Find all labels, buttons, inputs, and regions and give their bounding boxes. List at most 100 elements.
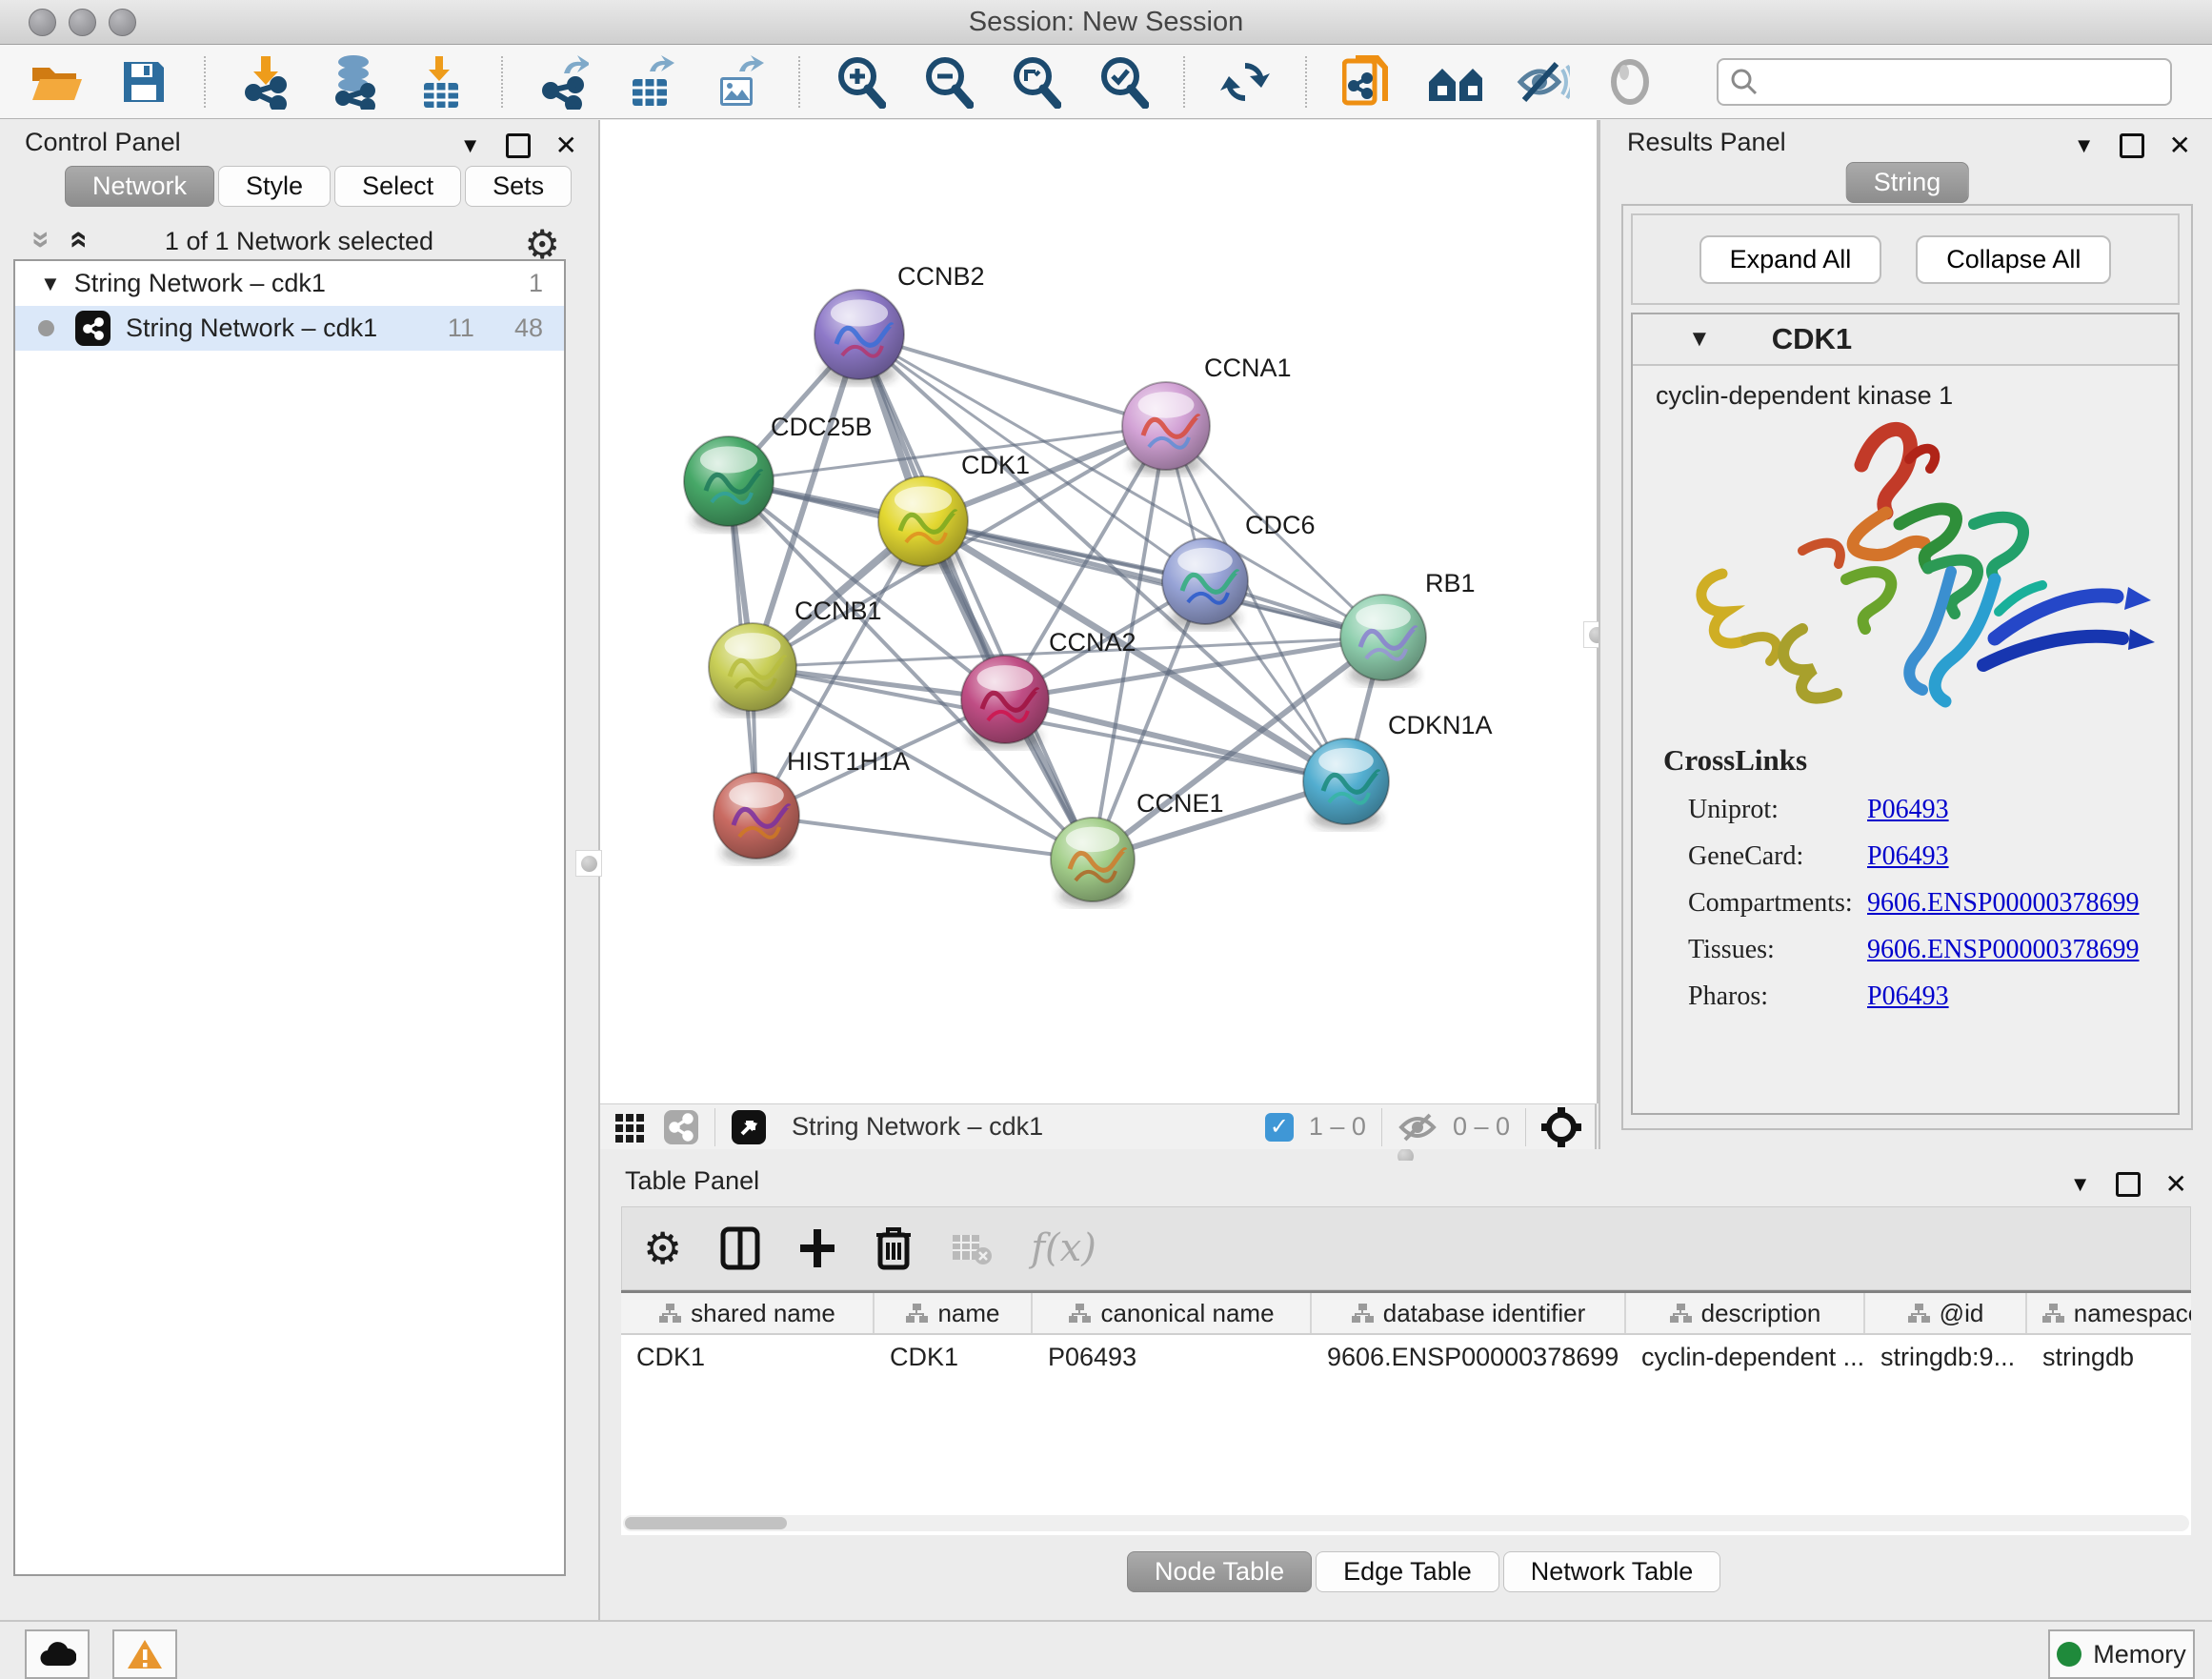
table-panel-close-icon[interactable]: ✕ xyxy=(2165,1168,2187,1200)
export-network-icon[interactable] xyxy=(535,54,591,110)
show-columns-icon[interactable] xyxy=(720,1226,760,1270)
node-HIST1H1A[interactable]: HIST1H1A xyxy=(714,747,910,863)
collapse-all-button[interactable]: Collapse All xyxy=(1916,235,2111,284)
table-header-row: shared namenamecanonical namedatabase id… xyxy=(621,1293,2191,1335)
node-CCNB2[interactable]: CCNB2 xyxy=(814,262,985,385)
zoom-fit-icon[interactable] xyxy=(1008,54,1063,110)
zoom-in-icon[interactable] xyxy=(833,54,888,110)
table-hscrollbar-thumb[interactable] xyxy=(625,1517,787,1529)
export-table-icon[interactable] xyxy=(623,54,678,110)
table-cell[interactable]: 9606.ENSP00000378699 xyxy=(1312,1343,1626,1372)
string-network-icon xyxy=(75,311,111,346)
table-cell[interactable]: cyclin-dependent ... xyxy=(1626,1343,1865,1372)
tab-sets[interactable]: Sets xyxy=(465,166,572,207)
tab-string[interactable]: String xyxy=(1846,162,1969,203)
crosslink-value-link[interactable]: P06493 xyxy=(1867,795,1949,825)
memory-button[interactable]: Memory xyxy=(2048,1629,2195,1679)
import-network-file-icon[interactable] xyxy=(238,54,293,110)
table-panel-float-icon[interactable] xyxy=(2116,1172,2141,1197)
results-panel-menu-icon[interactable]: ▼ xyxy=(2074,133,2095,158)
crosslink-value-link[interactable]: 9606.ENSP00000378699 xyxy=(1867,888,2139,919)
import-network-database-icon[interactable] xyxy=(326,54,381,110)
protein-structure-image xyxy=(1659,410,2155,724)
expand-all-button[interactable]: Expand All xyxy=(1699,235,1882,284)
zoom-out-icon[interactable] xyxy=(920,54,975,110)
tab-select[interactable]: Select xyxy=(334,166,461,207)
refresh-icon[interactable] xyxy=(1217,54,1273,110)
cloud-status-button[interactable] xyxy=(25,1629,90,1679)
edge-CCNB2-CCNE1 xyxy=(859,334,1093,860)
import-table-file-icon[interactable] xyxy=(413,54,469,110)
node-label-CDK1: CDK1 xyxy=(961,451,1030,479)
warning-status-button[interactable] xyxy=(112,1629,177,1679)
hidden-count: 0 – 0 xyxy=(1453,1112,1510,1142)
export-image-icon[interactable] xyxy=(711,54,766,110)
table-cell[interactable]: stringdb:9... xyxy=(1865,1343,2027,1372)
network-collection-row[interactable]: ▼ String Network – cdk1 1 xyxy=(15,261,564,306)
search-box[interactable] xyxy=(1717,58,2172,106)
selected-nodes-checkbox-icon[interactable]: ✓ xyxy=(1265,1113,1294,1142)
node-CCNB1[interactable]: CCNB1 xyxy=(709,597,882,717)
node-RB1[interactable]: RB1 xyxy=(1340,569,1476,685)
tab-edge-table[interactable]: Edge Table xyxy=(1316,1551,1499,1592)
search-input[interactable] xyxy=(1766,66,2170,97)
open-in-string-icon[interactable] xyxy=(1339,54,1395,110)
tab-node-table[interactable]: Node Table xyxy=(1127,1551,1312,1592)
table-row[interactable]: CDK1CDK1P064939606.ENSP00000378699cyclin… xyxy=(621,1335,2191,1379)
node-CCNA1[interactable]: CCNA1 xyxy=(1122,354,1292,475)
column-header-database-identifier[interactable]: database identifier xyxy=(1312,1293,1626,1333)
node-CDC25B[interactable]: CDC25B xyxy=(684,413,873,532)
crosslinks-title: CrossLinks xyxy=(1663,743,2139,778)
node-label-HIST1H1A: HIST1H1A xyxy=(787,747,910,776)
open-view-arrow-icon[interactable] xyxy=(731,1109,767,1145)
table-cell[interactable]: CDK1 xyxy=(875,1343,1033,1372)
table-panel-menu-icon[interactable]: ▼ xyxy=(2070,1172,2091,1197)
crosslink-value-link[interactable]: P06493 xyxy=(1867,981,1949,1012)
crosslink-label: Pharos: xyxy=(1663,981,1867,1012)
table-cell[interactable]: P06493 xyxy=(1033,1343,1312,1372)
results-panel-close-icon[interactable]: ✕ xyxy=(2169,130,2191,161)
collection-expand-icon[interactable]: ▼ xyxy=(40,272,61,296)
table-hscrollbar[interactable] xyxy=(623,1515,2189,1531)
tab-style[interactable]: Style xyxy=(218,166,331,207)
node-CDK1[interactable]: CDK1 xyxy=(878,451,1030,572)
birdseye-grid-icon[interactable] xyxy=(613,1110,648,1144)
column-header-name[interactable]: name xyxy=(875,1293,1033,1333)
cdk1-section-header[interactable]: ▼ CDK1 xyxy=(1633,314,2178,366)
column-header-namespace[interactable]: namespace xyxy=(2027,1293,2191,1333)
add-column-icon[interactable] xyxy=(798,1227,836,1269)
network-graph[interactable]: CCNB2CCNA1CDC25BCDK1CDC6RB1CCNB1CCNA2CDK… xyxy=(600,120,1595,1102)
network-row[interactable]: String Network – cdk1 11 48 xyxy=(15,306,564,351)
column-header-shared-name[interactable]: shared name xyxy=(621,1293,875,1333)
results-panel-float-icon[interactable] xyxy=(2120,133,2144,158)
node-label-CDC6: CDC6 xyxy=(1245,511,1316,539)
zoom-selected-icon[interactable] xyxy=(1096,54,1151,110)
network-canvas[interactable]: CCNB2CCNA1CDC25BCDK1CDC6RB1CCNB1CCNA2CDK… xyxy=(600,120,1599,1103)
control-panel-menu-icon[interactable]: ▼ xyxy=(460,133,481,158)
open-session-icon[interactable] xyxy=(29,54,84,110)
table-settings-gear-icon[interactable]: ⚙ xyxy=(643,1223,682,1274)
table-cell[interactable]: CDK1 xyxy=(621,1343,875,1372)
show-all-eye-icon[interactable] xyxy=(1602,54,1658,110)
crosslink-value-link[interactable]: P06493 xyxy=(1867,841,1949,872)
control-panel-float-icon[interactable] xyxy=(506,133,531,158)
table-cell[interactable]: stringdb xyxy=(2027,1343,2191,1372)
node-CDC6[interactable]: CDC6 xyxy=(1162,511,1316,629)
tab-network-table[interactable]: Network Table xyxy=(1503,1551,1721,1592)
tab-network[interactable]: Network xyxy=(65,166,214,207)
column-header-canonical-name[interactable]: canonical name xyxy=(1033,1293,1312,1333)
section-collapse-icon[interactable]: ▼ xyxy=(1688,326,1711,353)
first-neighbors-icon[interactable] xyxy=(1427,54,1482,110)
column-header-description[interactable]: description xyxy=(1626,1293,1865,1333)
delete-column-icon[interactable] xyxy=(875,1225,913,1271)
fit-selected-crosshair-icon[interactable] xyxy=(1541,1107,1581,1147)
string-view-icon[interactable] xyxy=(663,1109,699,1145)
control-panel-close-icon[interactable]: ✕ xyxy=(555,130,577,161)
hide-selected-eye-icon[interactable] xyxy=(1515,54,1570,110)
node-CDKN1A[interactable]: CDKN1A xyxy=(1303,711,1493,829)
node-table[interactable]: shared namenamecanonical namedatabase id… xyxy=(621,1290,2191,1535)
left-splitter-handle[interactable] xyxy=(575,850,602,877)
column-header-@id[interactable]: @id xyxy=(1865,1293,2027,1333)
crosslink-value-link[interactable]: 9606.ENSP00000378699 xyxy=(1867,935,2139,965)
save-session-icon[interactable] xyxy=(116,54,171,110)
